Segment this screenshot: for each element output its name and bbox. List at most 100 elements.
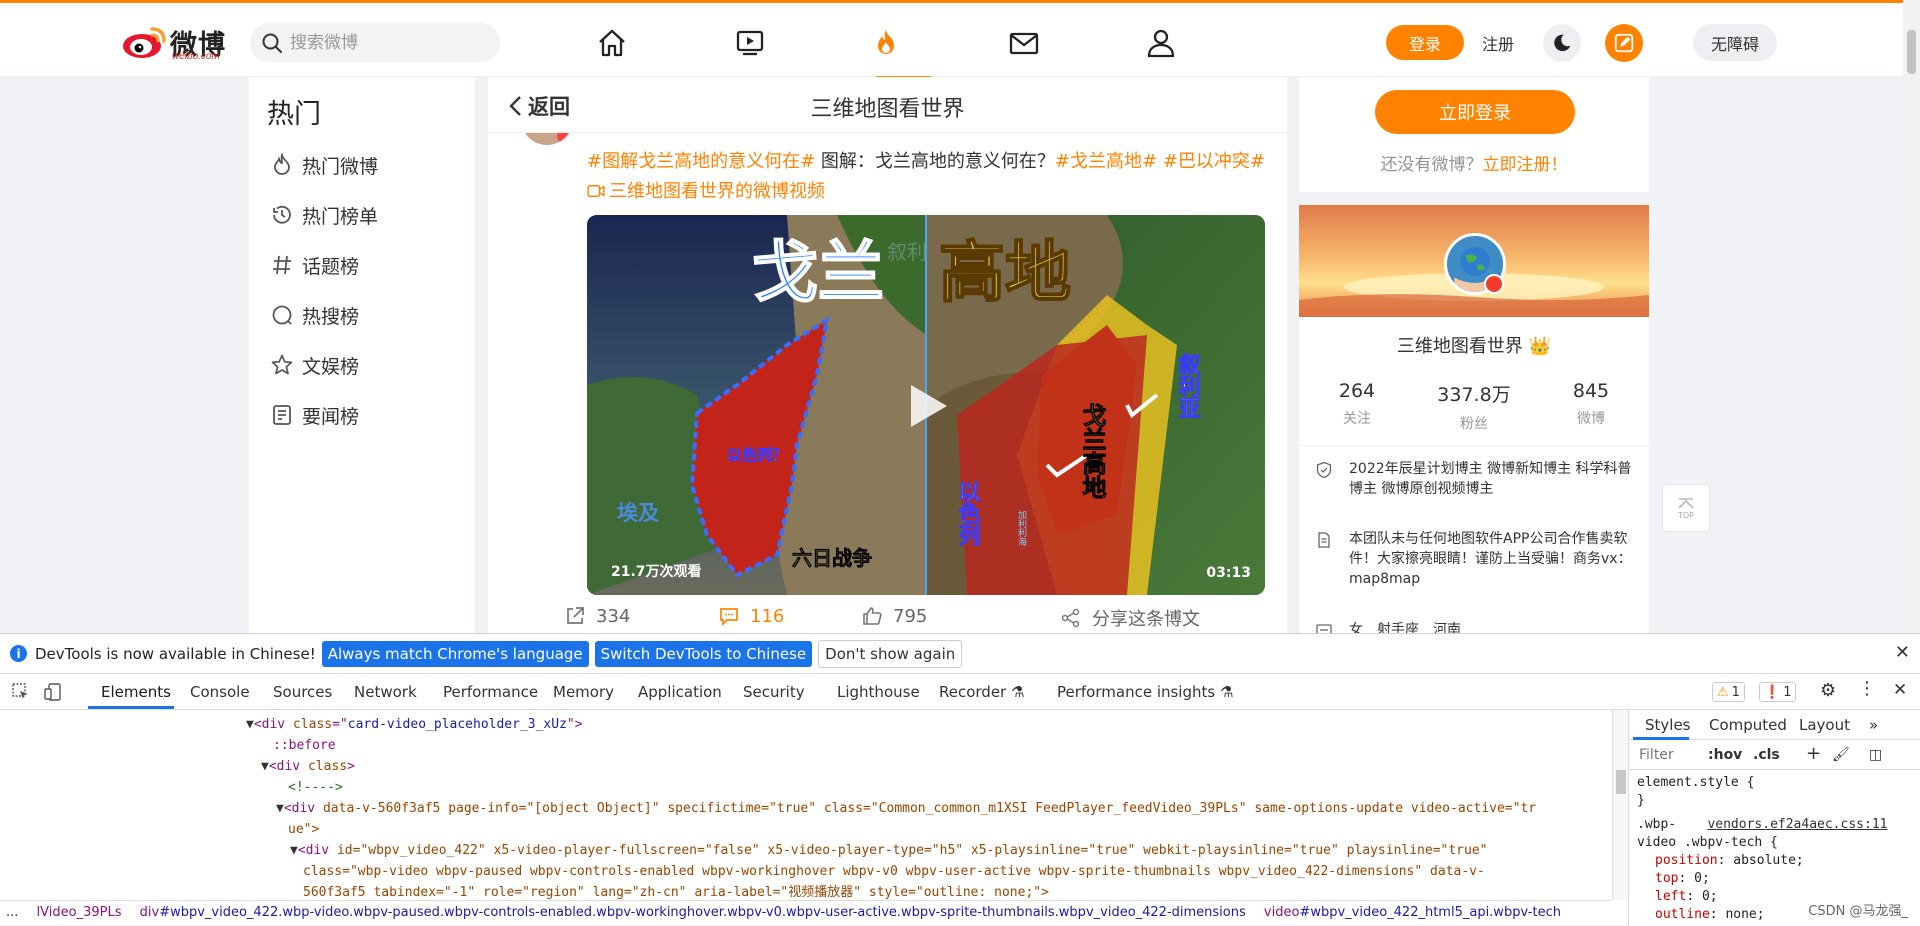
- switch-chinese-button[interactable]: Switch DevTools to Chinese: [594, 640, 813, 667]
- posts-label: 微博: [1577, 411, 1605, 427]
- mail-icon: [1009, 32, 1039, 55]
- search-input[interactable]: [290, 32, 480, 53]
- page-scrollbar[interactable]: [1903, 0, 1920, 633]
- more-tabs-icon[interactable]: »: [1869, 716, 1878, 734]
- elements-tree[interactable]: ▼<div class="card-video_placeholder_3_xU…: [0, 710, 1612, 900]
- styles-filter-input[interactable]: Filter: [1639, 747, 1674, 763]
- login-now-button[interactable]: 立即登录: [1375, 90, 1575, 134]
- accessibility-button[interactable]: 无障碍: [1693, 24, 1777, 61]
- nav-video[interactable]: [730, 23, 770, 63]
- tab-recorder-label: Recorder: [939, 683, 1007, 701]
- share-icon: [567, 607, 584, 624]
- posts-stat[interactable]: 845 微博: [1533, 380, 1649, 428]
- breadcrumb-item[interactable]: div#wbpv_video_422.wbp-video.wbpv-paused…: [140, 905, 1246, 920]
- sidebar-item-hot-weibo[interactable]: 热门微博: [270, 150, 378, 180]
- tab-styles[interactable]: Styles: [1645, 716, 1691, 734]
- tab-memory[interactable]: Memory: [553, 683, 614, 701]
- sidebar-item-entertainment[interactable]: 文娱榜: [270, 350, 359, 380]
- followers-stat[interactable]: 337.8万 粉丝: [1416, 380, 1532, 433]
- profile-tags-text: 2022年辰星计划博主 微博新知博主 科学科普博主 微博原创视频博主: [1349, 461, 1632, 497]
- tab-security[interactable]: Security: [743, 683, 805, 701]
- author-profile-card: 三维地图看世界 👑 264 关注 337.8万 粉丝 845 微博 2022年辰…: [1299, 205, 1649, 633]
- hashtag-link[interactable]: #巴以冲突#: [1163, 151, 1265, 172]
- dom-node[interactable]: ue">: [288, 819, 319, 840]
- compose-button[interactable]: [1605, 24, 1643, 62]
- css-source-link[interactable]: vendors.ef2a4aec.css:11: [1707, 817, 1887, 832]
- sidebar-item-news[interactable]: 要闻榜: [270, 400, 359, 430]
- inspect-icon[interactable]: [11, 682, 31, 702]
- tab-application[interactable]: Application: [638, 683, 722, 701]
- issues-badge[interactable]: ❗ 1: [1759, 682, 1797, 702]
- sidebar-item-topics[interactable]: 话题榜: [270, 250, 359, 280]
- hov-toggle[interactable]: :hov: [1708, 747, 1742, 763]
- breadcrumb-item[interactable]: lVideo_39PLs: [37, 905, 122, 920]
- weibo-logo[interactable]: 微博 weibo.com: [120, 21, 232, 62]
- register-link[interactable]: 注册: [1482, 31, 1514, 55]
- dark-mode-button[interactable]: [1543, 24, 1581, 62]
- settings-icon[interactable]: ⚙: [1820, 680, 1836, 701]
- tab-layout[interactable]: Layout: [1799, 716, 1850, 734]
- scrollbar-thumb[interactable]: [1616, 770, 1626, 794]
- dom-node[interactable]: ▼<div data-v-560f3af5 page-info="[object…: [276, 798, 1536, 819]
- like-count: 795: [893, 605, 928, 627]
- dont-show-button[interactable]: Don't show again: [818, 639, 963, 668]
- tab-performance[interactable]: Performance: [443, 683, 538, 701]
- close-icon[interactable]: ✕: [1895, 642, 1910, 663]
- nav-messages[interactable]: [1004, 23, 1044, 63]
- dom-node[interactable]: class="wbp-video wbpv-paused wbpv-contro…: [303, 861, 1485, 882]
- comment-button[interactable]: 116: [718, 605, 784, 627]
- repost-button[interactable]: 334: [564, 605, 630, 627]
- video-player[interactable]: 戈兰 高地 叙利 以色列？ 埃及 六日战争 以色列 戈兰高地 叙利亚 加利利海 …: [587, 215, 1265, 595]
- following-stat[interactable]: 264 关注: [1299, 380, 1415, 428]
- video-title-left: 戈兰: [752, 234, 884, 311]
- dom-node[interactable]: ▼<div class>: [261, 756, 355, 777]
- nav-hot[interactable]: [866, 23, 906, 63]
- tab-network[interactable]: Network: [354, 683, 417, 701]
- dom-node[interactable]: ▼<div class="card-video_placeholder_3_xU…: [246, 714, 583, 735]
- crown-icon: 👑: [1528, 336, 1552, 357]
- video-link[interactable]: 三维地图看世界的微博视频: [587, 181, 825, 202]
- dom-node[interactable]: <!---->: [288, 777, 343, 798]
- dom-node[interactable]: ::before: [273, 735, 336, 756]
- sidebar-item-hot-list[interactable]: 热门榜单: [270, 200, 378, 230]
- nav-profile[interactable]: [1141, 23, 1181, 63]
- nav-home[interactable]: [592, 23, 632, 63]
- more-options-icon[interactable]: ⋮: [1858, 678, 1876, 699]
- devtools-tabbar: Elements Console Sources Network Perform…: [0, 674, 1920, 710]
- tab-console[interactable]: Console: [190, 683, 250, 701]
- tab-computed[interactable]: Computed: [1709, 716, 1787, 734]
- elements-scrollbar[interactable]: [1612, 710, 1628, 900]
- new-rule-icon[interactable]: +: [1806, 743, 1821, 764]
- search-box[interactable]: [250, 23, 500, 62]
- tab-performance-insights[interactable]: Performance insights ⚗: [1057, 683, 1233, 701]
- login-button[interactable]: 登录: [1386, 25, 1464, 60]
- breadcrumb-item[interactable]: video#wbpv_video_422_html5_api.wbpv-tech: [1264, 905, 1561, 920]
- warning-badge[interactable]: ⚠ 1: [1712, 682, 1745, 702]
- profile-name[interactable]: 三维地图看世界 👑: [1299, 332, 1649, 358]
- dom-node[interactable]: ▼<div id="wbpv_video_422" x5-video-playe…: [290, 840, 1488, 861]
- hashtag-link[interactable]: #戈兰高地#: [1055, 151, 1157, 172]
- like-button[interactable]: 795: [861, 605, 927, 627]
- hashtag-link[interactable]: #图解戈兰高地的意义何在#: [587, 151, 815, 172]
- sidebar-toggle-icon[interactable]: ◫: [1869, 747, 1882, 763]
- play-icon[interactable]: [905, 381, 951, 431]
- scrollbar-thumb[interactable]: [1907, 30, 1916, 74]
- match-language-button[interactable]: Always match Chrome's language: [321, 640, 589, 667]
- tab-elements[interactable]: Elements: [101, 683, 171, 701]
- device-toggle-icon[interactable]: [43, 682, 63, 702]
- tab-recorder[interactable]: Recorder ⚗: [939, 683, 1024, 701]
- close-devtools-icon[interactable]: ✕: [1893, 680, 1907, 700]
- cls-toggle[interactable]: .cls: [1753, 747, 1780, 763]
- video-duration: 03:13: [1206, 565, 1251, 581]
- paint-icon[interactable]: 🖌: [1832, 747, 1850, 763]
- share-post-button[interactable]: 分享这条博文: [1060, 605, 1200, 631]
- sidebar-item-hot-search[interactable]: 热搜榜: [270, 300, 359, 330]
- tab-sources[interactable]: Sources: [273, 683, 332, 701]
- dom-node[interactable]: 560f3af5 tabindex="-1" role="region" lan…: [303, 882, 1049, 900]
- home-icon: [599, 29, 625, 57]
- tab-lighthouse[interactable]: Lighthouse: [837, 683, 920, 701]
- followers-label: 粉丝: [1460, 416, 1488, 432]
- register-now-link[interactable]: 立即注册！: [1483, 155, 1568, 175]
- back-to-top-button[interactable]: TOP: [1662, 484, 1710, 532]
- breadcrumb-ellipsis[interactable]: ...: [6, 905, 18, 920]
